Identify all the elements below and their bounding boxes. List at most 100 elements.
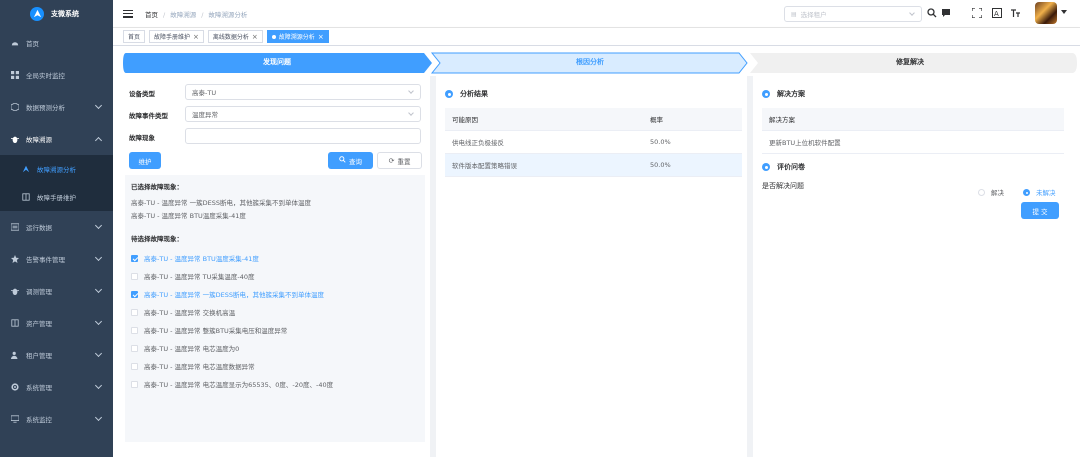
- tag-fault-manual[interactable]: 故障手册维护 ×: [149, 30, 204, 43]
- phenomenon-option[interactable]: 高泰-TU - 温度异常 整簇BTU采集电压和温度异常: [131, 325, 287, 335]
- sidebar-item-label: 故障溯源分析: [37, 166, 76, 174]
- avatar[interactable]: [1035, 2, 1057, 24]
- dashboard-icon: [11, 39, 19, 47]
- column-header: 概率: [650, 116, 663, 124]
- sidebar-subitem-fault-analysis[interactable]: 故障溯源分析: [0, 155, 113, 183]
- search-icon[interactable]: [926, 8, 937, 19]
- breadcrumb-item[interactable]: 首页: [145, 11, 158, 19]
- tenant-placeholder: 选择租户: [800, 11, 827, 19]
- cause-cell: 软件版本配置策略错误: [452, 162, 517, 170]
- checkbox[interactable]: [131, 254, 138, 262]
- phenomenon-label: 故障现象: [129, 134, 155, 142]
- radio-label: 解决: [991, 189, 1004, 197]
- prob-cell: 50.0%: [650, 138, 671, 146]
- tag-label: 故障手册维护: [154, 34, 191, 41]
- phenomenon-option[interactable]: 高泰-TU - 温度异常 BTU温度采集-41度: [131, 253, 259, 263]
- phenomenon-option[interactable]: 高泰-TU - 温度异常 电芯温度为0: [131, 343, 239, 353]
- checkbox[interactable]: [131, 290, 138, 298]
- device-type-label: 设备类型: [129, 90, 155, 98]
- sidebar-item-fault-trace[interactable]: 故障溯源: [0, 123, 113, 155]
- phenomenon-option[interactable]: 高泰-TU - 温度异常 电芯温度数据异常: [131, 361, 255, 371]
- option-label: 高泰-TU - 温度异常 电芯温度为0: [144, 345, 240, 353]
- step-discover: 发现问题: [122, 52, 432, 72]
- maintain-button[interactable]: 维护: [129, 152, 161, 169]
- column-header: 可能原因: [452, 116, 478, 124]
- event-type-select[interactable]: 温度异常: [185, 106, 421, 122]
- checkbox[interactable]: [131, 272, 138, 280]
- log-icon: [10, 223, 20, 231]
- radio-resolved[interactable]: 解决: [978, 187, 1004, 197]
- chevron-down-icon: [94, 349, 103, 358]
- sidebar-item-system[interactable]: 系统管理: [0, 371, 113, 403]
- radio-circle[interactable]: [978, 188, 985, 196]
- chevron-down-icon: [408, 110, 414, 116]
- survey-question: 是否解决问题: [762, 182, 804, 190]
- submit-button[interactable]: 提 交: [1021, 202, 1059, 219]
- sidebar-item-label: 故障溯源: [26, 136, 52, 144]
- solution-icon: [762, 90, 770, 98]
- query-button[interactable]: 查询: [328, 152, 373, 169]
- reset-button[interactable]: ⟳ 重置: [377, 152, 422, 169]
- sidebar-item-monitor[interactable]: 全局实时监控: [0, 59, 113, 91]
- navbar: 首页 / 故障溯源 / 故障溯源分析 ▤ 选择租户 A: [113, 0, 1080, 28]
- selected-title: 已选择故障现象：: [131, 183, 183, 191]
- close-icon[interactable]: ×: [318, 33, 324, 41]
- device-type-select[interactable]: 高泰-TU: [185, 84, 421, 100]
- step-root-cause: 根因分析: [432, 52, 748, 72]
- tag-label: 离线数据分析: [212, 34, 249, 41]
- table-row[interactable]: 更新BTU上位机软件配置: [762, 131, 1064, 154]
- tag-fault-analysis[interactable]: 故障溯源分析 ×: [266, 30, 329, 43]
- hamburger-icon[interactable]: [123, 9, 133, 18]
- phenomenon-option[interactable]: 高泰-TU - 温度异常 电芯温度显示为65535、0度、-20度、-40度: [131, 379, 333, 389]
- close-icon[interactable]: ×: [252, 33, 258, 41]
- sidebar-item-tenants[interactable]: 租户管理: [0, 339, 113, 371]
- phenomenon-option[interactable]: 高泰-TU - 温度异常 交换机高温: [131, 307, 235, 317]
- phenomenon-option[interactable]: 高泰-TU - 温度异常 TU采集温度-40度: [131, 271, 254, 281]
- translate-icon[interactable]: A: [991, 8, 1002, 19]
- sidebar-item-alarm[interactable]: 告警事件管理: [0, 243, 113, 275]
- checkbox[interactable]: [131, 344, 138, 352]
- main-content: 发现问题 根因分析 修复解决 设备类型 高泰-TU 故障事件类型 温度异常 故障…: [113, 46, 1080, 457]
- sidebar-subitem-fault-manual[interactable]: 故障手册维护: [0, 183, 113, 211]
- tag-home[interactable]: 首页: [123, 30, 146, 43]
- sidebar-item-label: 首页: [26, 40, 39, 48]
- option-label: 高泰-TU - 温度异常 交换机高温: [144, 309, 236, 317]
- table-row[interactable]: 软件版本配置策略错误 50.0%: [445, 154, 742, 177]
- svg-text:A: A: [994, 10, 999, 18]
- tenant-select[interactable]: ▤ 选择租户: [784, 6, 922, 22]
- sidebar-item-prediction[interactable]: 数据预测分析: [0, 91, 113, 123]
- sidebar-item-sys-monitor[interactable]: 系统监控: [0, 403, 113, 435]
- close-icon[interactable]: ×: [193, 33, 199, 41]
- calendar-icon: ▤: [791, 10, 797, 18]
- sidebar-item-assets[interactable]: 资产管理: [0, 307, 113, 339]
- font-size-icon[interactable]: [1009, 8, 1020, 19]
- tag-offline-analysis[interactable]: 离线数据分析 ×: [207, 30, 263, 43]
- fullscreen-icon[interactable]: [970, 7, 983, 19]
- sidebar-item-run-data[interactable]: 运行数据: [0, 211, 113, 243]
- checkbox[interactable]: [131, 308, 138, 316]
- checkbox[interactable]: [131, 362, 138, 370]
- phenomenon-option[interactable]: 高泰-TU - 温度异常 一簇DESS断电，其他簇采集不到单体温度: [131, 289, 324, 299]
- card-title-text: 评价问卷: [777, 163, 805, 171]
- option-label: 高泰-TU - 温度异常 电芯温度数据异常: [144, 363, 255, 371]
- phenomenon-input[interactable]: [185, 128, 421, 144]
- message-icon[interactable]: [940, 8, 951, 19]
- option-label: 高泰-TU - 温度异常 整簇BTU采集电压和温度异常: [144, 327, 288, 335]
- checkbox[interactable]: [131, 380, 138, 388]
- analysis-title: 分析结果: [445, 89, 488, 99]
- sidebar-item-debug[interactable]: 调测管理: [0, 275, 113, 307]
- radio-circle[interactable]: [1023, 188, 1030, 196]
- table-row[interactable]: 供电线正负极接反 50.0%: [445, 131, 742, 154]
- solution-title: 解决方案: [762, 89, 805, 99]
- checkbox[interactable]: [131, 326, 138, 334]
- sidebar-item-home[interactable]: 首页: [0, 27, 113, 59]
- step-label: 发现问题: [263, 58, 291, 66]
- phenomenon-box: 已选择故障现象： 高泰-TU - 温度异常 一簇DESS断电，其他簇采集不到单体…: [125, 175, 425, 442]
- star-icon: [11, 255, 19, 263]
- option-label: 高泰-TU - 温度异常 一簇DESS断电，其他簇采集不到单体温度: [144, 291, 324, 299]
- radio-unresolved[interactable]: 未解决: [1023, 187, 1056, 197]
- bug-icon: [11, 135, 19, 143]
- caret-down-icon[interactable]: [1061, 10, 1067, 14]
- option-label: 高泰-TU - 温度异常 TU采集温度-40度: [144, 273, 255, 281]
- app-logo[interactable]: 支微系统: [0, 0, 113, 27]
